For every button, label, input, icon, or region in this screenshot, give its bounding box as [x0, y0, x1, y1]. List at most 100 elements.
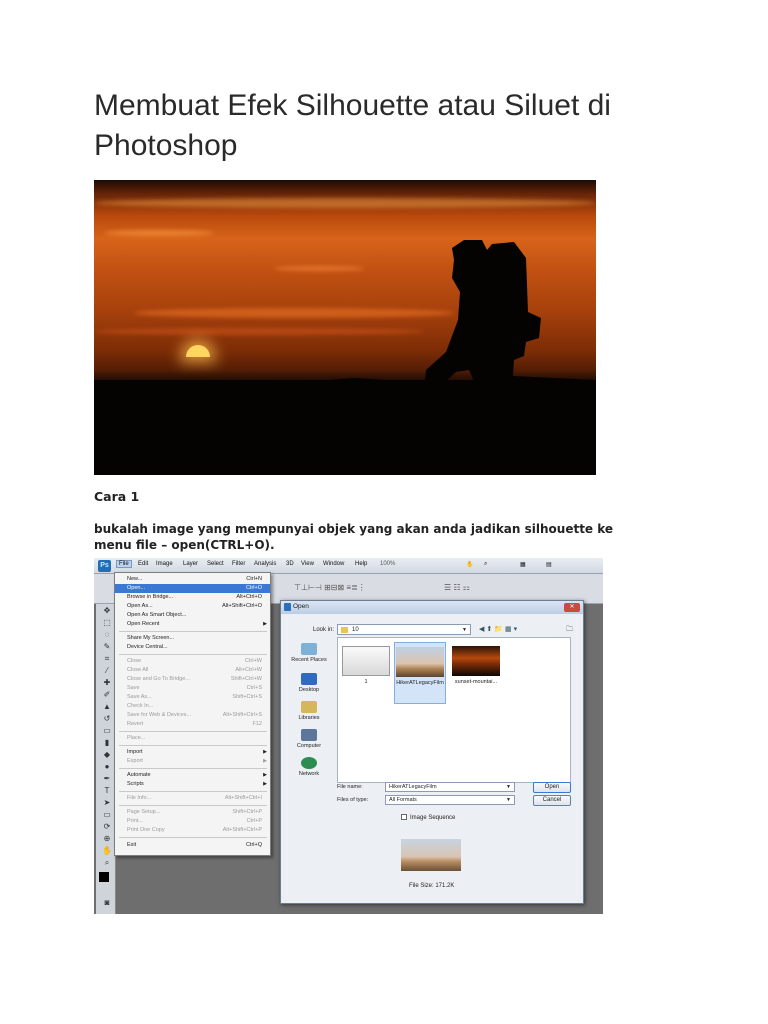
dialog-title: Open — [293, 603, 309, 610]
page-title: Membuat Efek Silhouette atau Siluet di P… — [94, 89, 611, 162]
file-menu-item[interactable]: Check In... — [115, 702, 270, 711]
folder-navigation-icons[interactable]: ◀⬆📁▦▾ — [479, 625, 519, 633]
submenu-arrow-icon: ▶ — [263, 758, 267, 764]
file-menu-item[interactable]: Print... Ctrl+P — [115, 817, 270, 826]
menu-image[interactable]: Image — [156, 561, 173, 567]
file-menu-item[interactable]: Page Setup... Shift+Ctrl+P — [115, 808, 270, 817]
place-libraries[interactable]: Libraries — [287, 701, 331, 721]
place-computer[interactable]: Computer — [287, 729, 331, 749]
hand-icon[interactable]: ✋ — [466, 561, 473, 568]
tools-panel: ✥ ⬚ ◌ ✎ ⌗ ⁄ ✚ ✐ ▲ ↺ ▭ ▮ ◆ ● ✒ T ➤ ▭ ⟳ ⊕ … — [96, 604, 116, 914]
file-name-label: File name: — [337, 784, 363, 790]
menu-edit[interactable]: Edit — [138, 561, 148, 567]
zoom-level[interactable]: 100% — [380, 561, 395, 567]
file-menu-item[interactable]: Print One Copy Alt+Shift+Ctrl+P — [115, 826, 270, 835]
menu-view[interactable]: View — [301, 561, 314, 567]
menu-analysis[interactable]: Analysis — [254, 561, 276, 567]
move-tool-icon[interactable]: ✥ — [102, 606, 112, 615]
eyedropper-icon[interactable]: ⁄ — [102, 666, 112, 675]
new-folder-icon[interactable]: 🗀 — [566, 625, 573, 636]
3d-rotate-icon[interactable]: ⟳ — [102, 822, 112, 831]
look-in-select[interactable]: 10 ▼ — [337, 624, 471, 635]
file-menu-item[interactable]: Save As... Shift+Ctrl+S — [115, 693, 270, 702]
file-menu-item[interactable]: File Info... Alt+Shift+Ctrl+I — [115, 794, 270, 803]
gradient-tool-icon[interactable]: ▮ — [102, 738, 112, 747]
file-menu-item[interactable]: Automate ▶ — [115, 771, 270, 780]
photoshop-logo: Ps — [98, 560, 111, 572]
file-item[interactable]: sunset-mountai... — [450, 642, 502, 685]
blur-tool-icon[interactable]: ◆ — [102, 750, 112, 759]
eraser-tool-icon[interactable]: ▭ — [102, 726, 112, 735]
file-menu-item[interactable]: Save for Web & Devices... Alt+Shift+Ctrl+… — [115, 711, 270, 720]
file-menu-item[interactable]: Device Central... — [115, 643, 270, 652]
checkbox-box[interactable] — [401, 814, 407, 820]
file-menu-item[interactable]: Place... — [115, 734, 270, 743]
menu-file[interactable]: File — [116, 560, 132, 568]
type-tool-icon[interactable]: T — [102, 786, 112, 795]
submenu-arrow-icon: ▶ — [263, 772, 267, 778]
3d-orbit-icon[interactable]: ⊕ — [102, 834, 112, 843]
healing-icon[interactable]: ✚ — [102, 678, 112, 687]
file-menu-item[interactable]: Save Ctrl+S — [115, 684, 270, 693]
align-icons[interactable]: ⊤⊥⊢⊣ ⊞⊟⊠ ≡≣⋮ — [294, 583, 366, 592]
path-select-icon[interactable]: ➤ — [102, 798, 112, 807]
foreground-color-swatch[interactable] — [99, 872, 109, 882]
crop-tool-icon[interactable]: ⌗ — [102, 654, 112, 664]
quick-mask-icon[interactable]: ◙ — [102, 898, 112, 907]
history-brush-icon[interactable]: ↺ — [102, 714, 112, 723]
file-name-input[interactable]: HikerATLegacyFilm ▼ — [385, 782, 515, 792]
file-menu-item-open[interactable]: Open... Ctrl+O — [115, 584, 270, 593]
file-menu-item[interactable]: Scripts ▶ — [115, 780, 270, 789]
open-button[interactable]: Open — [533, 782, 571, 793]
submenu-arrow-icon: ▶ — [263, 749, 267, 755]
image-sequence-checkbox[interactable]: Image Sequence — [401, 814, 455, 821]
file-menu-item[interactable]: Open Recent ▶ — [115, 620, 270, 629]
file-menu-item[interactable]: Revert F12 — [115, 720, 270, 729]
file-menu-item[interactable]: Close Ctrl+W — [115, 657, 270, 666]
place-desktop[interactable]: Desktop — [287, 673, 331, 693]
file-item-selected[interactable]: HikerATLegacyFilm — [394, 642, 446, 704]
file-menu-item[interactable]: Export ▶ — [115, 757, 270, 766]
close-icon[interactable]: ✕ — [564, 603, 580, 612]
submenu-arrow-icon: ▶ — [263, 621, 267, 627]
file-menu-item[interactable]: Open As... Alt+Shift+Ctrl+O — [115, 602, 270, 611]
file-list: 1 HikerATLegacyFilm sunset-mountai... — [337, 637, 571, 783]
arrange-icon[interactable]: ▦ — [520, 561, 526, 568]
menu-help[interactable]: Help — [355, 561, 367, 567]
lasso-tool-icon[interactable]: ◌ — [102, 630, 112, 639]
place-network[interactable]: Network — [287, 757, 331, 777]
file-menu-item[interactable]: Close All Alt+Ctrl+W — [115, 666, 270, 675]
hand-tool-icon[interactable]: ✋ — [102, 846, 112, 855]
dodge-tool-icon[interactable]: ● — [102, 762, 112, 771]
file-menu-item[interactable]: Close and Go To Bridge... Shift+Ctrl+W — [115, 675, 270, 684]
file-menu-item[interactable]: Open As Smart Object... — [115, 611, 270, 620]
photoshop-small-icon — [284, 603, 291, 611]
files-of-type-select[interactable]: All Formats ▼ — [385, 795, 515, 805]
menu-select[interactable]: Select — [207, 561, 224, 567]
zoom-icon[interactable]: ⌕ — [484, 561, 487, 568]
stamp-tool-icon[interactable]: ▲ — [102, 702, 112, 711]
cancel-button[interactable]: Cancel — [533, 795, 571, 806]
zoom-tool-icon[interactable]: ⌕ — [102, 858, 112, 868]
file-menu-item[interactable]: New... Ctrl+N — [115, 575, 270, 584]
screen-mode-icon[interactable]: ▤ — [546, 561, 552, 568]
file-menu-item[interactable]: Share My Screen... — [115, 634, 270, 643]
file-menu-item[interactable]: Import ▶ — [115, 748, 270, 757]
menu-3d[interactable]: 3D — [286, 561, 294, 567]
file-menu-item[interactable]: Exit Ctrl+Q — [115, 841, 270, 850]
quick-select-icon[interactable]: ✎ — [102, 642, 112, 651]
file-thumbnail — [342, 646, 390, 676]
menu-layer[interactable]: Layer — [183, 561, 198, 567]
distribute-icons[interactable]: ☰ ☷ ⚏ — [444, 583, 470, 592]
menu-filter[interactable]: Filter — [232, 561, 245, 567]
file-thumbnail — [396, 647, 444, 677]
shape-tool-icon[interactable]: ▭ — [102, 810, 112, 819]
brush-tool-icon[interactable]: ✐ — [102, 690, 112, 699]
place-recent[interactable]: Recent Places — [287, 643, 331, 663]
marquee-tool-icon[interactable]: ⬚ — [102, 618, 112, 627]
chevron-down-icon: ▼ — [506, 784, 511, 790]
file-item[interactable]: 1 — [340, 642, 392, 685]
menu-window[interactable]: Window — [323, 561, 344, 567]
pen-tool-icon[interactable]: ✒ — [102, 774, 112, 783]
file-menu-item[interactable]: Browse in Bridge... Alt+Ctrl+O — [115, 593, 270, 602]
